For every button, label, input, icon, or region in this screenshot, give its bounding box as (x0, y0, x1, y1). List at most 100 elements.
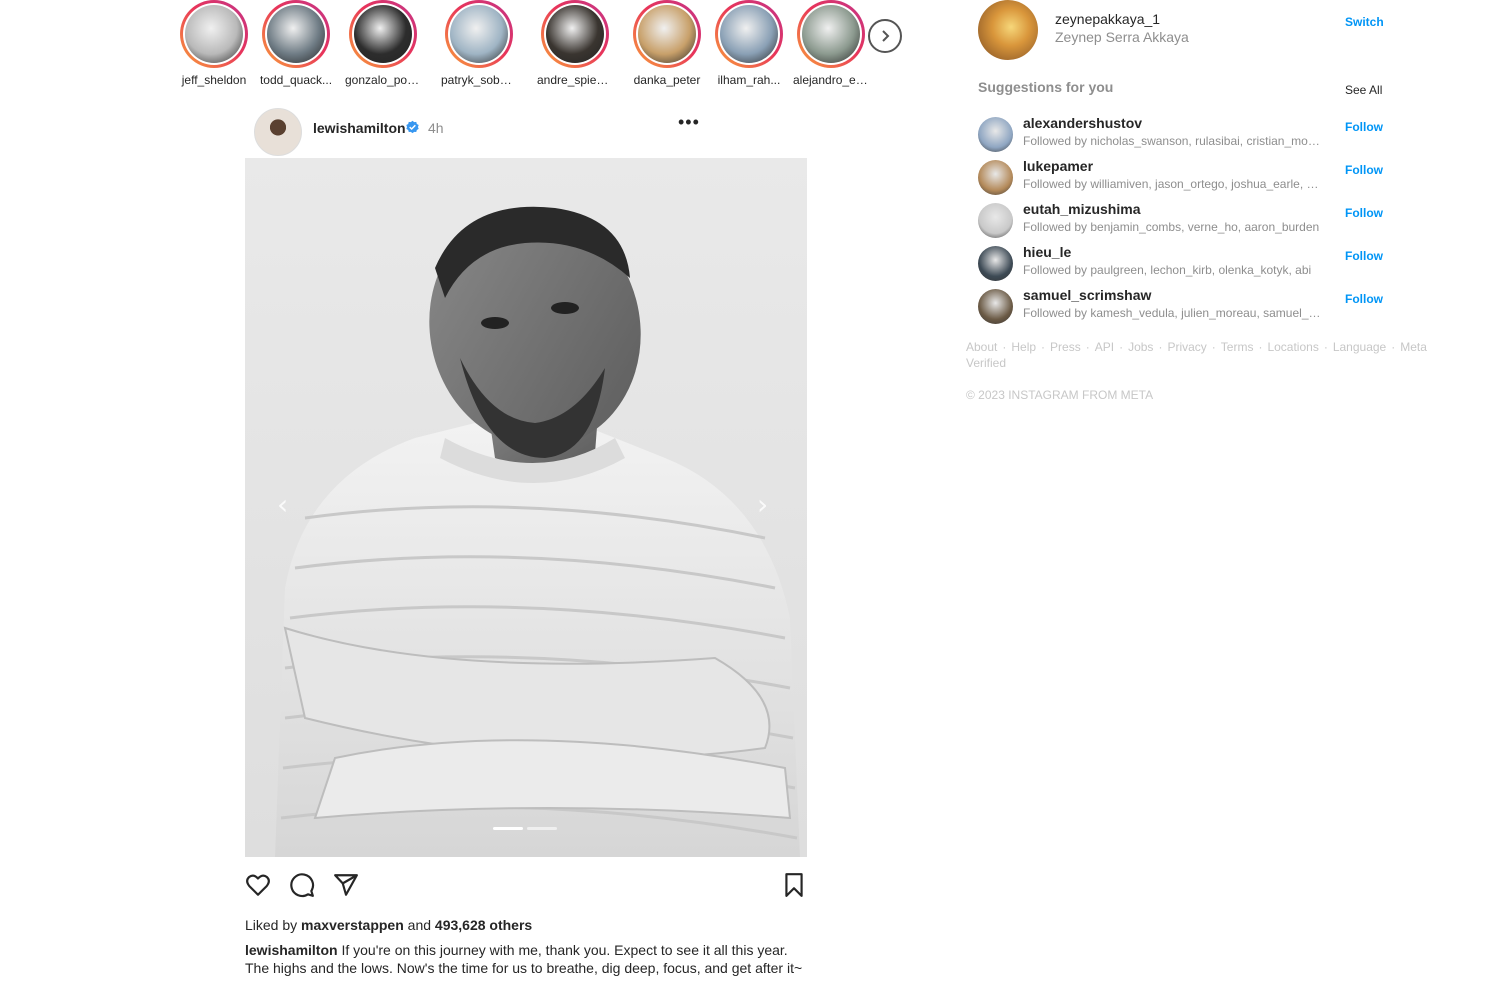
story-avatar-frame (544, 3, 606, 65)
like-heart-icon[interactable] (245, 872, 271, 898)
story-ring (349, 0, 417, 68)
story-item[interactable]: danka_peter (629, 0, 705, 87)
story-username: ilham_rah... (717, 73, 781, 87)
story-avatar-frame (183, 3, 245, 65)
story-item[interactable]: alejandro_es... (793, 0, 869, 87)
follow-button[interactable]: Follow (1345, 120, 1383, 134)
footer-link[interactable]: Press (1050, 340, 1081, 354)
caption-username[interactable]: lewishamilton (245, 942, 338, 958)
liked-by-prefix: Liked by (245, 917, 298, 933)
likes-summary: Liked by maxverstappen and 493,628 other… (245, 917, 532, 933)
chevron-right-icon (882, 30, 890, 42)
comment-icon[interactable] (289, 872, 315, 898)
footer-links: About · Help · Press · API · Jobs · Privacy · Terms ·… (966, 339, 1427, 371)
suggestion-username[interactable]: lukepamer (1023, 158, 1093, 174)
footer-separator: · (1391, 340, 1396, 354)
story-avatar-frame (636, 3, 698, 65)
story-avatar-frame (265, 3, 327, 65)
story-avatar-frame (448, 3, 510, 65)
carousel-indicator (493, 827, 557, 830)
story-ring (541, 0, 609, 68)
footer-link[interactable]: About (966, 340, 997, 354)
suggestions-heading: Suggestions for you (978, 79, 1114, 95)
suggestion-username[interactable]: hieu_le (1023, 244, 1071, 260)
suggestion-row: eutah_mizushima Followed by benjamin_comb… (978, 201, 1388, 241)
more-options-icon[interactable]: ••• (678, 112, 700, 133)
footer-link[interactable]: Language (1333, 340, 1386, 354)
post-photo[interactable]: ‹ › (245, 158, 807, 857)
follow-button[interactable]: Follow (1345, 249, 1383, 263)
story-ring (797, 0, 865, 68)
carousel-prev-button[interactable]: ‹ (277, 488, 288, 521)
story-avatar (720, 5, 778, 63)
carousel-next-button[interactable]: › (757, 488, 768, 521)
story-item[interactable]: patryk_sobczak (441, 0, 517, 87)
story-avatar (354, 5, 412, 63)
story-item[interactable]: todd_quack... (258, 0, 334, 87)
suggestion-avatar[interactable] (978, 160, 1013, 195)
footer-separator: · (1323, 340, 1328, 354)
share-send-icon[interactable] (333, 872, 359, 898)
current-user-username[interactable]: zeynepakkaya_1 (1055, 11, 1160, 27)
suggestion-followed-by: Followed by benjamin_combs, verne_ho, aa… (1023, 220, 1320, 234)
footer-separator: · (1211, 340, 1216, 354)
follow-button[interactable]: Follow (1345, 292, 1383, 306)
footer-link[interactable]: Terms (1221, 340, 1254, 354)
story-item[interactable]: andre_spieker (537, 0, 613, 87)
story-ring (633, 0, 701, 68)
save-bookmark-icon[interactable] (781, 872, 807, 898)
post-author-avatar[interactable] (254, 108, 302, 156)
footer-link[interactable]: Privacy (1167, 340, 1206, 354)
current-user-fullname: Zeynep Serra Akkaya (1055, 29, 1189, 45)
suggestion-username[interactable]: alexandershustov (1023, 115, 1142, 131)
footer-link[interactable]: Jobs (1128, 340, 1153, 354)
story-avatar (802, 5, 860, 63)
stories-next-icon[interactable] (868, 19, 902, 53)
suggestion-followed-by: Followed by kamesh_vedula, julien_moreau… (1023, 306, 1321, 320)
suggestion-row: lukepamer Followed by williamiven, jason_… (978, 158, 1388, 198)
suggestion-followed-by: Followed by paulgreen, lechon_kirb, olen… (1023, 263, 1312, 277)
story-ring (445, 0, 513, 68)
story-ring (180, 0, 248, 68)
post-caption: lewishamilton If you're on this journey … (245, 941, 810, 977)
story-username: todd_quack... (259, 73, 333, 87)
current-user-avatar[interactable] (978, 0, 1038, 60)
suggestion-avatar[interactable] (978, 203, 1013, 238)
story-ring (715, 0, 783, 68)
liked-by-and: and (407, 917, 432, 933)
post-author-username[interactable]: lewishamilton (313, 120, 406, 136)
switch-account-link[interactable]: Switch (1345, 15, 1384, 29)
suggestion-username[interactable]: eutah_mizushima (1023, 201, 1140, 217)
story-item[interactable]: gonzalo_pob... (345, 0, 421, 87)
story-avatar-frame (800, 3, 862, 65)
footer-separator: · (1119, 340, 1124, 354)
suggestion-avatar[interactable] (978, 289, 1013, 324)
likes-count[interactable]: 493,628 others (435, 917, 532, 933)
footer-separator: · (1041, 340, 1046, 354)
suggestion-username[interactable]: samuel_scrimshaw (1023, 287, 1151, 303)
post-timestamp: 4h (428, 120, 444, 136)
post-header: lewishamilton 4h ••• (250, 106, 810, 156)
story-username: patryk_sobczak (441, 73, 517, 87)
story-avatar-frame (352, 3, 414, 65)
see-all-link[interactable]: See All (1345, 83, 1382, 97)
footer-link[interactable]: API (1095, 340, 1114, 354)
story-item[interactable]: jeff_sheldon (176, 0, 252, 87)
follow-button[interactable]: Follow (1345, 163, 1383, 177)
story-item[interactable]: ilham_rah... (711, 0, 787, 87)
suggestion-row: hieu_le Followed by paulgreen, lechon_kir… (978, 244, 1388, 284)
story-avatar (185, 5, 243, 63)
stories-tray: jeff_sheldon todd_quack... gonzalo_pob... p… (176, 0, 916, 92)
carousel-dot-active (493, 827, 523, 830)
follow-button[interactable]: Follow (1345, 206, 1383, 220)
liked-by-user[interactable]: maxverstappen (301, 917, 404, 933)
copyright-text: © 2023 INSTAGRAM FROM META (966, 388, 1154, 402)
footer-separator: · (1085, 340, 1090, 354)
footer-link[interactable]: Locations (1267, 340, 1318, 354)
suggestion-avatar[interactable] (978, 117, 1013, 152)
footer-link[interactable]: Help (1011, 340, 1036, 354)
footer-separator: · (1158, 340, 1163, 354)
suggestion-avatar[interactable] (978, 246, 1013, 281)
post-actions (245, 872, 807, 900)
carousel-dot (527, 827, 557, 830)
